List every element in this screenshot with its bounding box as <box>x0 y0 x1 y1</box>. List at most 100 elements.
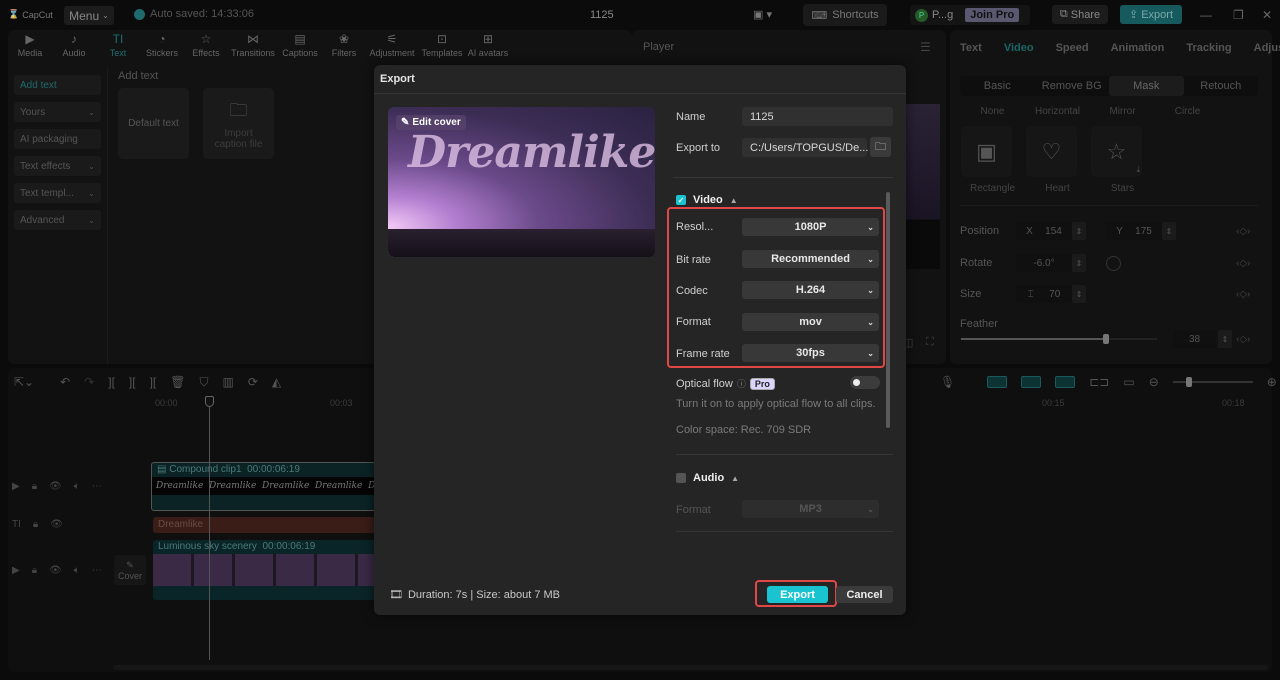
default-text-card[interactable]: Default text <box>118 88 189 159</box>
sidebar-item-yours[interactable]: Yours ⌄ <box>14 102 101 122</box>
stepper-icon[interactable]: ⇕ <box>1218 330 1232 348</box>
subtab-retouch[interactable]: Retouch <box>1184 76 1259 96</box>
optical-flow-toggle[interactable] <box>850 376 880 389</box>
tool-stickers[interactable]: ◔ Stickers <box>140 32 184 64</box>
minimize-icon[interactable]: — <box>1200 8 1212 22</box>
eye-icon[interactable]: 👁︎ <box>49 565 62 576</box>
audio-checkbox[interactable] <box>676 473 686 483</box>
cancel-button[interactable]: Cancel <box>836 586 893 603</box>
subtab-remove-bg[interactable]: Remove BG <box>1035 76 1110 96</box>
keyframe-icon[interactable]: ‹◇› <box>1236 289 1250 300</box>
user-account[interactable]: P P...g Join Pro <box>910 5 1030 25</box>
thumbnail-icon[interactable]: ▭ <box>1123 375 1134 389</box>
rotate-input[interactable]: -6.0° <box>1016 254 1072 272</box>
eye-icon[interactable]: 👁︎ <box>49 481 62 492</box>
marker-icon[interactable]: ⛉ <box>199 375 208 390</box>
position-x-input[interactable]: X 154 <box>1016 222 1072 240</box>
tool-media[interactable]: ▶ Media <box>8 32 52 64</box>
video-section-header[interactable]: ✓ Video ▲ <box>676 194 738 206</box>
tool-transitions[interactable]: ⋈ Transitions <box>228 32 278 64</box>
export-button[interactable]: Export <box>767 586 828 603</box>
help-icon[interactable]: ⓘ <box>737 377 746 390</box>
redo-icon[interactable]: ↷ <box>84 375 94 390</box>
lock-icon[interactable]: 🔒︎ <box>32 481 37 492</box>
sidebar-item-text-templates[interactable]: Text templ... ⌄ <box>14 183 101 203</box>
keyframe-icon[interactable]: ‹◇› <box>1236 334 1250 345</box>
restore-icon[interactable]: ❐ <box>1233 8 1244 22</box>
video-checkbox[interactable]: ✓ <box>676 195 686 205</box>
tab-adjust[interactable]: Adjus <box>1254 42 1280 54</box>
stepper-icon[interactable]: ⇕ <box>1162 222 1176 240</box>
tool-adjustment[interactable]: ⚟ Adjustment <box>366 32 418 64</box>
mask-circle[interactable]: Circle <box>1155 106 1220 117</box>
sidebar-item-add-text[interactable]: Add text <box>14 75 101 95</box>
folder-icon[interactable]: 🗀 <box>870 137 891 157</box>
select-tool-icon[interactable]: ⇱⌄ <box>14 375 34 390</box>
menu-button[interactable]: Menu ⌄ <box>64 6 114 25</box>
speaker-icon[interactable]: 🔈︎ <box>74 565 80 576</box>
dialog-scrollbar[interactable] <box>886 192 890 428</box>
mask-rectangle[interactable]: ▣ <box>961 126 1012 177</box>
tool-templates[interactable]: ⊡ Templates <box>418 32 466 64</box>
keyframe-icon[interactable]: ‹◇› <box>1236 258 1250 269</box>
main-track-magnet-icon[interactable] <box>987 376 1008 388</box>
export-path-input[interactable]: C:/Users/TOPGUS/De... <box>742 138 868 157</box>
stepper-icon[interactable]: ⇕ <box>1072 222 1086 240</box>
split-left-icon[interactable]: ][ <box>129 375 136 390</box>
stepper-icon[interactable]: ⇕ <box>1072 285 1086 303</box>
codec-select[interactable]: H.264 ⌄ <box>742 281 879 299</box>
mask-heart[interactable]: ♡ <box>1026 126 1077 177</box>
feather-slider[interactable] <box>961 334 1157 344</box>
microphone-icon[interactable]: 🎙 <box>940 375 955 389</box>
split-right-icon[interactable]: ][ <box>150 375 157 390</box>
subtab-basic[interactable]: Basic <box>960 76 1035 96</box>
format-select[interactable]: mov ⌄ <box>742 313 879 331</box>
fullscreen-icon[interactable]: ⛶ <box>926 336 934 349</box>
zoom-slider[interactable] <box>1172 377 1253 387</box>
join-pro-button[interactable]: Join Pro <box>965 8 1020 22</box>
reverse-icon[interactable]: ⟳ <box>248 375 258 390</box>
bitrate-select[interactable]: Recommended ⌄ <box>742 250 879 268</box>
sidebar-item-ai-packaging[interactable]: AI packaging <box>14 129 101 149</box>
share-button[interactable]: ⧉ Share <box>1052 5 1108 24</box>
resolution-select[interactable]: 1080P ⌄ <box>742 218 879 236</box>
tab-video[interactable]: Video <box>1004 42 1034 54</box>
hamburger-icon[interactable]: ☰ <box>920 40 931 54</box>
export-top-button[interactable]: ⇪ Export <box>1120 5 1182 24</box>
zoom-in-icon[interactable]: ⊕ <box>1267 375 1277 389</box>
tool-audio[interactable]: ♪ Audio <box>52 32 96 64</box>
text-clip[interactable]: Dreamlike <box>153 517 375 533</box>
size-input[interactable]: ⌶ 70 <box>1016 285 1072 303</box>
tab-text[interactable]: Text <box>960 42 982 54</box>
audio-format-select[interactable]: MP3 ⌄ <box>742 500 879 518</box>
zoom-out-icon[interactable]: ⊖ <box>1149 375 1159 389</box>
cover-button[interactable]: ✎ Cover <box>114 555 146 585</box>
layout-icon[interactable]: ▣ ▾ <box>753 8 772 21</box>
feather-slider-handle[interactable] <box>1103 334 1110 344</box>
preview-axis-icon[interactable]: ⊏⊐ <box>1089 375 1109 389</box>
lock-icon[interactable]: 🔒︎ <box>32 565 37 576</box>
freeze-icon[interactable]: ▥ <box>223 375 234 390</box>
tool-ai-avatars[interactable]: ⊞ AI avatars <box>466 32 510 64</box>
more-icon[interactable]: ⋯ <box>92 565 102 576</box>
sidebar-item-text-effects[interactable]: Text effects ⌄ <box>14 156 101 176</box>
playhead-handle[interactable] <box>205 396 214 407</box>
mask-none[interactable]: None <box>960 106 1025 117</box>
keyframe-icon[interactable]: ‹◇› <box>1236 226 1250 237</box>
timeline-scrollbar[interactable] <box>113 665 1268 670</box>
tool-text[interactable]: TI Text <box>96 32 140 64</box>
name-input[interactable]: 1125 <box>742 107 893 126</box>
speaker-icon[interactable]: 🔈︎ <box>74 481 80 492</box>
auto-snap-icon[interactable] <box>1021 376 1042 388</box>
edit-cover-button[interactable]: ✎ Edit cover <box>396 115 466 130</box>
close-icon[interactable]: ✕ <box>1262 8 1272 22</box>
position-y-input[interactable]: Y 175 <box>1106 222 1162 240</box>
shortcuts-button[interactable]: ⌨ Shortcuts <box>803 4 887 26</box>
tab-animation[interactable]: Animation <box>1111 42 1165 54</box>
subtab-mask[interactable]: Mask <box>1109 76 1184 96</box>
import-caption-card[interactable]: 🗀 Import caption file <box>203 88 274 159</box>
tool-filters[interactable]: ❀ Filters <box>322 32 366 64</box>
eye-icon[interactable]: 👁︎ <box>50 519 63 530</box>
stepper-icon[interactable]: ⇕ <box>1072 254 1086 272</box>
lock-icon[interactable]: 🔒︎ <box>33 519 38 530</box>
